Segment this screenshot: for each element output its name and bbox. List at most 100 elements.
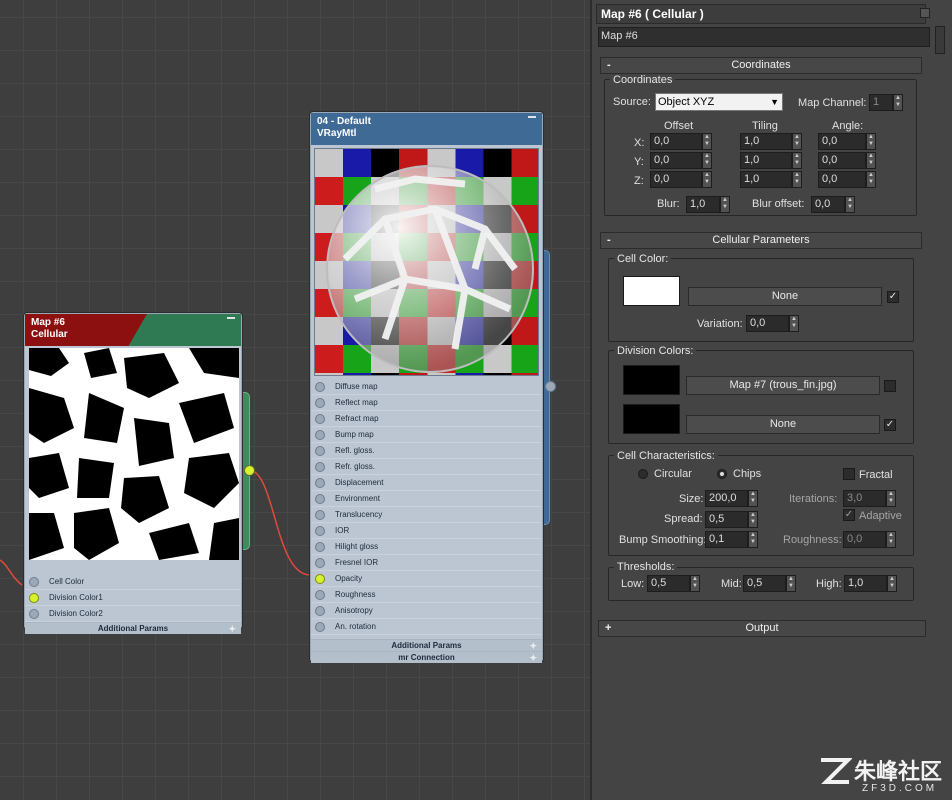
panel-close-icon[interactable]: [920, 8, 930, 18]
circular-radio[interactable]: [638, 469, 648, 479]
spinner-arrows-icon[interactable]: ▲ ▼: [789, 315, 799, 332]
angle-z-spinner[interactable]: 0,0: [818, 171, 866, 188]
spinner-arrows-icon[interactable]: ▲ ▼: [720, 196, 730, 213]
coordinates-rollout-header[interactable]: - Coordinates: [600, 57, 922, 74]
vray-slot-fresnel-ior[interactable]: Fresnel IOR: [311, 555, 542, 571]
high-threshold-spinner[interactable]: 1,0: [844, 575, 887, 592]
cell-color-swatch[interactable]: [623, 276, 680, 306]
spinner-arrows-icon[interactable]: ▲ ▼: [748, 531, 758, 548]
division-color2-swatch[interactable]: [623, 404, 680, 434]
vray-slot-displacement[interactable]: Displacement: [311, 475, 542, 491]
iterations-spinner[interactable]: 3,0: [843, 490, 886, 507]
cell-map-enable-checkbox[interactable]: ✓: [887, 291, 899, 303]
spinner-arrows-icon[interactable]: ▲ ▼: [748, 511, 758, 528]
socket-icon[interactable]: [29, 577, 39, 587]
spinner-arrows-icon[interactable]: ▲ ▼: [792, 171, 802, 188]
spinner-arrows-icon[interactable]: ▲ ▼: [886, 531, 896, 548]
cellular-slot-cell-color[interactable]: Cell Color: [25, 574, 241, 590]
tiling-x-spinner[interactable]: 1,0: [740, 133, 792, 150]
spinner-arrows-icon[interactable]: ▲ ▼: [748, 490, 758, 507]
spinner-arrows-icon[interactable]: ▲ ▼: [886, 490, 896, 507]
adaptive-checkbox[interactable]: ✓: [843, 509, 855, 521]
vray-slot-translucency[interactable]: Translucency: [311, 507, 542, 523]
vraymtl-node-header[interactable]: 04 - Default VRayMtl: [311, 113, 542, 145]
cellular-parameters-rollout-header[interactable]: - Cellular Parameters: [600, 232, 922, 249]
cellular-additional-params-rollout[interactable]: Additional Params ✦: [25, 622, 241, 634]
socket-icon[interactable]: [315, 414, 325, 424]
spinner-arrows-icon[interactable]: ▲ ▼: [792, 133, 802, 150]
vray-slot-reflect-map[interactable]: Reflect map: [311, 395, 542, 411]
offset-y-spinner[interactable]: 0,0: [650, 152, 702, 169]
division2-map-enable-checkbox[interactable]: ✓: [884, 419, 896, 431]
size-spinner[interactable]: 200,0: [705, 490, 748, 507]
spinner-arrows-icon[interactable]: ▲ ▼: [702, 152, 712, 169]
vray-slot-anisotropy[interactable]: Anisotropy: [311, 603, 542, 619]
vray-mr-connection-rollout[interactable]: mr Connection ✦: [311, 651, 542, 663]
socket-icon[interactable]: [315, 446, 325, 456]
offset-z-spinner[interactable]: 0,0: [650, 171, 702, 188]
cellular-node[interactable]: Map #6 Cellular Cell Color Division Colo…: [24, 313, 242, 634]
division-color1-swatch[interactable]: [623, 365, 680, 395]
map-channel-spinner[interactable]: 1: [869, 94, 893, 111]
socket-icon[interactable]: [315, 430, 325, 440]
vray-slot-refr-gloss[interactable]: Refr. gloss.: [311, 459, 542, 475]
socket-icon[interactable]: [29, 609, 39, 619]
cell-color-map-button[interactable]: None: [688, 287, 882, 306]
vray-slot-environment[interactable]: Environment: [311, 491, 542, 507]
vray-slot-roughness[interactable]: Roughness: [311, 587, 542, 603]
cellular-slot-division-color2[interactable]: Division Color2: [25, 606, 241, 622]
panel-scrollbar[interactable]: [935, 26, 945, 54]
vray-slot-ior[interactable]: IOR: [311, 523, 542, 539]
fractal-checkbox[interactable]: [843, 468, 855, 480]
cellular-slot-division-color1[interactable]: Division Color1: [25, 590, 241, 606]
vray-slot-diffuse-map[interactable]: Diffuse map: [311, 379, 542, 395]
socket-icon[interactable]: [315, 590, 325, 600]
socket-icon[interactable]: [315, 510, 325, 520]
socket-icon[interactable]: [29, 593, 39, 603]
vray-slot-opacity[interactable]: Opacity: [311, 571, 542, 587]
socket-icon[interactable]: [315, 382, 325, 392]
socket-icon[interactable]: [315, 622, 325, 632]
vray-additional-params-rollout[interactable]: Additional Params ✦: [311, 639, 542, 651]
socket-icon[interactable]: [315, 542, 325, 552]
roughness-spinner[interactable]: 0,0: [843, 531, 886, 548]
blur-spinner[interactable]: 1,0: [686, 196, 720, 213]
vray-slot-refl-gloss[interactable]: Refl. gloss.: [311, 443, 542, 459]
bump-smoothing-spinner[interactable]: 0,1: [705, 531, 748, 548]
vray-slot-bump-map[interactable]: Bump map: [311, 427, 542, 443]
socket-icon[interactable]: [315, 574, 325, 584]
minimize-icon[interactable]: [528, 116, 536, 118]
minimize-icon[interactable]: [227, 317, 235, 319]
spinner-arrows-icon[interactable]: ▲ ▼: [792, 152, 802, 169]
socket-icon[interactable]: [315, 526, 325, 536]
spinner-arrows-icon[interactable]: ▲ ▼: [702, 171, 712, 188]
angle-x-spinner[interactable]: 0,0: [818, 133, 866, 150]
blur-offset-spinner[interactable]: 0,0: [811, 196, 845, 213]
tiling-y-spinner[interactable]: 1,0: [740, 152, 792, 169]
socket-icon[interactable]: [315, 494, 325, 504]
spinner-arrows-icon[interactable]: ▲ ▼: [690, 575, 700, 592]
cellular-node-header[interactable]: Map #6 Cellular: [25, 314, 241, 346]
vray-slot-refract-map[interactable]: Refract map: [311, 411, 542, 427]
socket-icon[interactable]: [315, 558, 325, 568]
socket-icon[interactable]: [315, 462, 325, 472]
division-color1-map-button[interactable]: Map #7 (trous_fin.jpg): [686, 376, 880, 395]
vray-slot-an-rotation[interactable]: An. rotation: [311, 619, 542, 635]
spinner-arrows-icon[interactable]: ▲ ▼: [845, 196, 855, 213]
division-color2-map-button[interactable]: None: [686, 415, 880, 434]
mid-threshold-spinner[interactable]: 0,5: [743, 575, 786, 592]
socket-icon[interactable]: [315, 478, 325, 488]
variation-spinner[interactable]: 0,0: [746, 315, 789, 332]
tiling-z-spinner[interactable]: 1,0: [740, 171, 792, 188]
node-editor-canvas[interactable]: Map #6 Cellular Cell Color Division Colo…: [0, 0, 590, 800]
socket-icon[interactable]: [315, 398, 325, 408]
spinner-arrows-icon[interactable]: ▲ ▼: [887, 575, 897, 592]
spinner-arrows-icon[interactable]: ▲ ▼: [866, 171, 876, 188]
map-name-field[interactable]: Map #6: [598, 27, 930, 47]
spinner-arrows-icon[interactable]: ▲ ▼: [893, 94, 903, 111]
vray-output-socket[interactable]: [545, 381, 556, 392]
spinner-arrows-icon[interactable]: ▲ ▼: [866, 133, 876, 150]
spread-spinner[interactable]: 0,5: [705, 511, 748, 528]
source-dropdown[interactable]: Object XYZ ▼: [655, 93, 783, 111]
division1-map-enable-checkbox[interactable]: [884, 380, 896, 392]
